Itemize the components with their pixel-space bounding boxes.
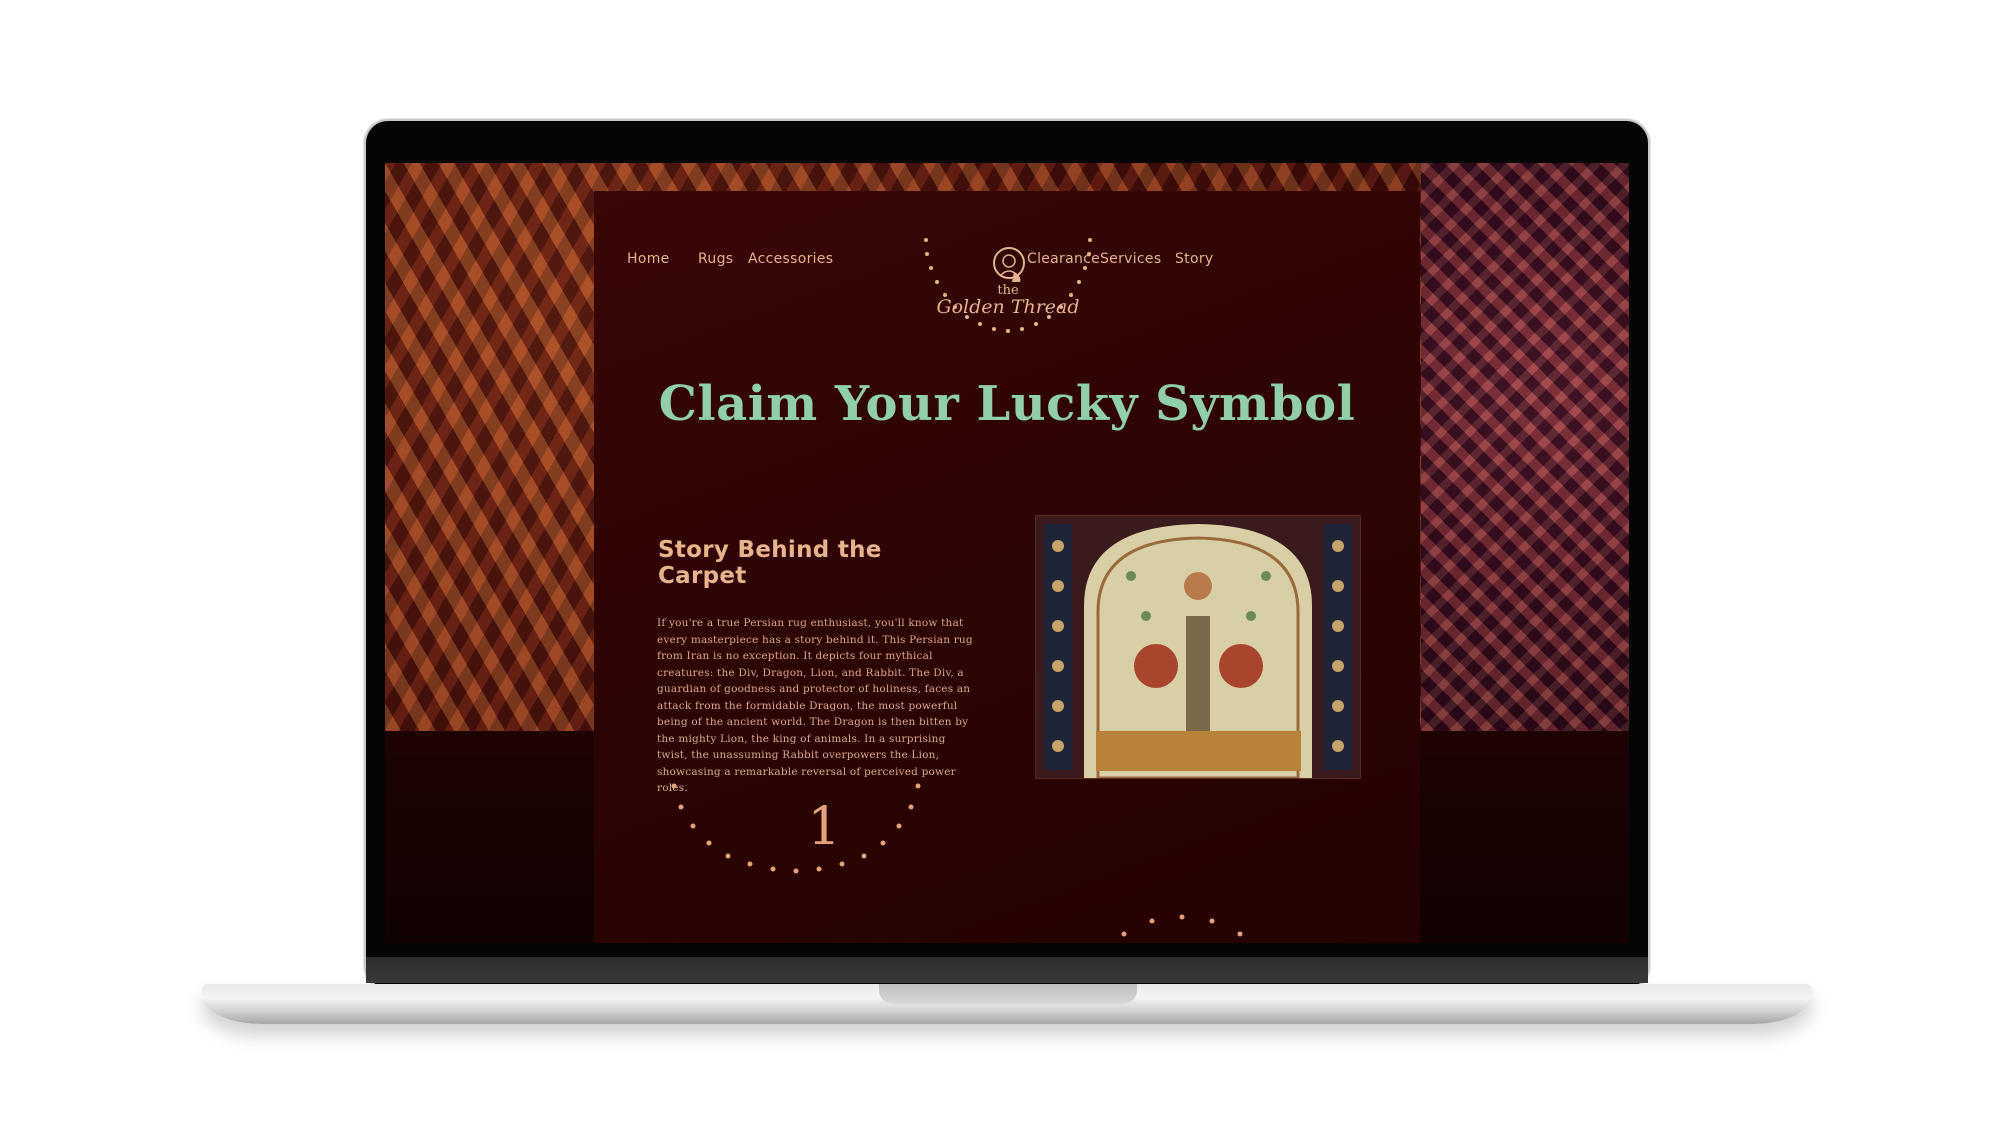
page-title: Claim Your Lucky Symbol: [658, 376, 1356, 432]
site-logo[interactable]: the Golden Thread: [916, 236, 1100, 366]
laptop-notch: [879, 984, 1137, 1004]
carpet-image: [1035, 515, 1361, 779]
logo-text-name: Golden Thread: [936, 296, 1080, 318]
step-number: 1: [807, 797, 841, 857]
nav-services[interactable]: Services: [1100, 251, 1161, 267]
section-heading: Story Behind the Carpet: [658, 537, 882, 589]
content-panel: Home Rugs Accessories Clearance Services…: [594, 191, 1420, 943]
nav-rugs[interactable]: Rugs: [698, 251, 733, 267]
rug-background-image-right: [1421, 163, 1629, 731]
nav-story[interactable]: Story: [1175, 251, 1213, 267]
nav-home[interactable]: Home: [627, 251, 670, 267]
nav-accessories[interactable]: Accessories: [748, 251, 833, 267]
laptop-screen: Home Rugs Accessories Clearance Services…: [385, 163, 1629, 943]
laptop-bezel: [366, 957, 1648, 983]
woman-portrait-icon: [993, 247, 1025, 282]
story-paragraph: If you're a true Persian rug enthusiast,…: [657, 617, 973, 794]
next-step-dotted-arc: [1121, 914, 1243, 937]
